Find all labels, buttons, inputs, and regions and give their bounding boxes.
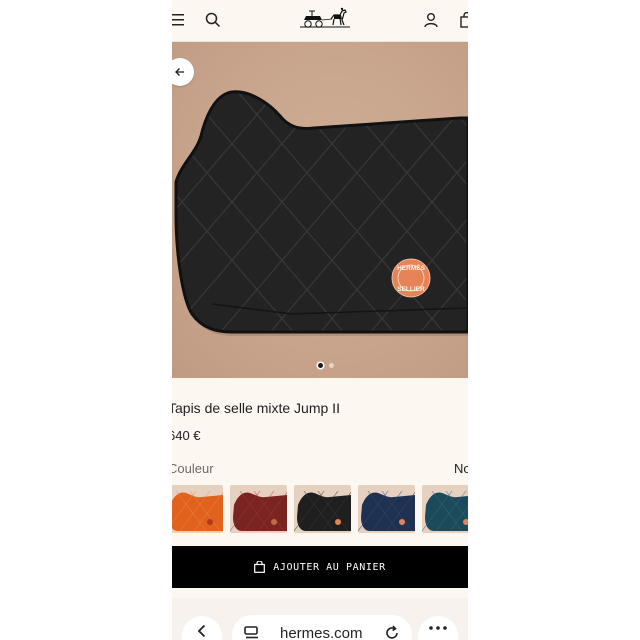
product-image-gallery[interactable]: HERMÈS SELLIER [172, 42, 468, 378]
hamburger-icon [172, 14, 184, 26]
person-icon [424, 13, 438, 28]
shopping-bag-icon [460, 12, 468, 28]
swatch-black[interactable] [294, 485, 351, 533]
product-title: Tapis de selle mixte Jump II [172, 400, 340, 416]
search-button[interactable] [204, 11, 222, 29]
site-header [172, 0, 468, 42]
phone-screen: HERMÈS SELLIER Tapis de selle mixte Jump… [172, 0, 468, 640]
saddle-pad-image: HERMÈS SELLIER [174, 90, 468, 336]
shopping-bag-icon [254, 561, 266, 573]
more-dots-icon [429, 626, 447, 630]
badge-top-text: HERMÈS [397, 263, 425, 272]
add-to-cart-label: AJOUTER AU PANIER [273, 561, 386, 573]
address-bar[interactable]: hermes.com [232, 615, 412, 640]
pagination-dot-1[interactable] [318, 363, 323, 368]
swatch-red[interactable] [230, 485, 287, 533]
account-button[interactable] [422, 11, 440, 29]
browser-back-button[interactable] [182, 616, 222, 640]
cart-button[interactable] [458, 11, 468, 29]
browser-toolbar: hermes.com [172, 598, 468, 640]
chevron-left-icon [197, 624, 206, 638]
add-to-cart-button[interactable]: AJOUTER AU PANIER [172, 546, 468, 588]
menu-button[interactable] [172, 11, 186, 29]
tabs-icon [244, 626, 258, 639]
hermes-logo[interactable] [298, 6, 352, 32]
arrow-left-icon [175, 68, 184, 76]
badge-bottom-text: SELLIER [397, 286, 425, 293]
horse-carriage-logo [300, 7, 350, 28]
selected-color-value: Noir [454, 461, 468, 476]
swatch-orange[interactable] [172, 485, 223, 533]
search-icon [205, 12, 221, 28]
color-swatches [172, 485, 468, 535]
browser-more-button[interactable] [418, 616, 458, 640]
pagination-dot-2[interactable] [329, 363, 334, 368]
color-label: Couleur [172, 461, 214, 476]
gallery-pagination [318, 363, 334, 368]
url-text: hermes.com [280, 625, 363, 640]
product-price: 640 € [172, 428, 201, 443]
swatch-navy[interactable] [358, 485, 415, 533]
reload-icon[interactable] [384, 625, 400, 640]
swatch-teal[interactable] [422, 485, 468, 533]
